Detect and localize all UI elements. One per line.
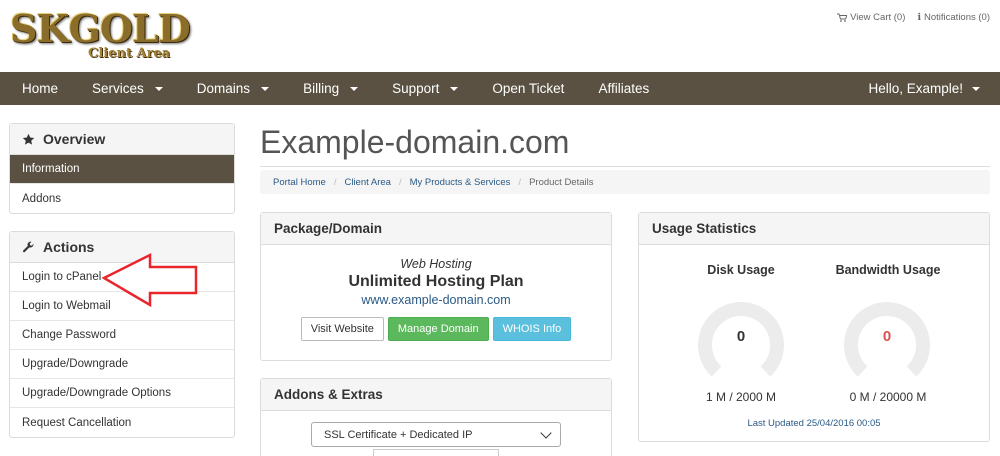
bandwidth-usage-amount: 0 M / 20000 M xyxy=(849,390,927,404)
nav-affiliates[interactable]: Affiliates xyxy=(576,72,661,105)
nav-open-ticket-label: Open Ticket xyxy=(492,81,565,96)
view-cart-link[interactable]: View Cart (0) xyxy=(837,12,905,23)
actions-title: Actions xyxy=(43,239,95,255)
star-icon xyxy=(22,133,35,145)
nav-billing[interactable]: Billing xyxy=(281,72,370,105)
caret-down-icon xyxy=(972,86,980,91)
package-details: Web Hosting Unlimited Hosting Plan www.e… xyxy=(261,245,611,341)
wrench-icon xyxy=(22,241,34,252)
sidebar-item-upgrade-downgrade[interactable]: Upgrade/Downgrade xyxy=(10,350,234,379)
nav-billing-label: Billing xyxy=(303,81,340,96)
overview-panel: Overview Information Addons xyxy=(9,123,235,214)
addons-extras-card: Addons & Extras SSL Certificate + Dedica… xyxy=(260,378,612,456)
nav-services[interactable]: Services xyxy=(70,72,175,105)
caret-down-icon xyxy=(154,86,163,91)
breadcrumb-current: Product Details xyxy=(529,176,594,188)
disk-usage-label: Disk Usage xyxy=(707,263,775,277)
nav-support-label: Support xyxy=(392,81,440,96)
usage-statistics-header: Usage Statistics xyxy=(639,213,989,245)
overview-header: Overview xyxy=(10,124,234,155)
top-links: View Cart (0) ℹ Notifications (0) xyxy=(837,12,990,23)
last-updated-text: Last Updated 25/04/2016 00:05 xyxy=(747,418,881,429)
breadcrumb-separator: / xyxy=(398,176,402,188)
nav-home-label: Home xyxy=(22,81,59,96)
breadcrumb-my-products[interactable]: My Products & Services xyxy=(410,177,511,188)
whois-info-button[interactable]: WHOIS Info xyxy=(492,317,572,341)
sidebar-item-request-cancellation[interactable]: Request Cancellation xyxy=(10,408,234,437)
site-logo[interactable]: SKGOLD Client Area xyxy=(10,6,191,64)
nav-services-label: Services xyxy=(92,81,144,96)
sidebar-item-change-password[interactable]: Change Password xyxy=(10,321,234,350)
breadcrumb-portal-home[interactable]: Portal Home xyxy=(273,177,326,188)
logo-wordmark: SKGOLD xyxy=(10,6,191,51)
breadcrumb-client-area[interactable]: Client Area xyxy=(344,177,390,188)
package-actions: Visit Website Manage Domain WHOIS Info xyxy=(261,317,611,341)
cart-icon xyxy=(837,13,848,22)
disk-usage-gauge: 0 xyxy=(698,297,784,383)
main-nav: Home Services Domains Billing Support Op… xyxy=(0,72,1000,105)
notifications-label: Notifications (0) xyxy=(924,12,990,23)
visit-website-button[interactable]: Visit Website xyxy=(300,317,384,341)
package-domain-card: Package/Domain Web Hosting Unlimited Hos… xyxy=(260,212,612,361)
addons-extras-header: Addons & Extras xyxy=(261,379,611,411)
nav-domains-label: Domains xyxy=(196,81,251,96)
bandwidth-usage-gauge: 0 xyxy=(844,297,930,383)
nav-support[interactable]: Support xyxy=(370,72,470,105)
logo-subtitle: Client Area xyxy=(88,46,171,61)
nav-affiliates-label: Affiliates xyxy=(598,81,650,96)
addon-select-value: SSL Certificate + Dedicated IP xyxy=(324,428,473,441)
breadcrumb: Portal Home / Client Area / My Products … xyxy=(260,170,990,194)
addon-order-button[interactable] xyxy=(373,449,499,456)
package-type: Web Hosting xyxy=(400,257,472,271)
chevron-down-icon xyxy=(540,427,552,439)
caret-down-icon xyxy=(261,86,270,91)
caret-down-icon xyxy=(450,86,459,91)
package-name: Unlimited Hosting Plan xyxy=(348,273,524,290)
user-menu[interactable]: Hello, Example! xyxy=(868,72,980,105)
sidebar-item-addons[interactable]: Addons xyxy=(10,184,234,213)
package-domain-link[interactable]: www.example-domain.com xyxy=(261,293,611,307)
breadcrumb-separator: / xyxy=(333,176,337,188)
page-title: Example-domain.com xyxy=(260,124,570,160)
usage-statistics-card: Usage Statistics Disk Usage Bandwidth Us… xyxy=(638,212,990,442)
caret-down-icon xyxy=(350,86,359,91)
disk-usage-amount: 1 M / 2000 M xyxy=(705,390,777,404)
package-domain-header: Package/Domain xyxy=(261,213,611,245)
header: SKGOLD Client Area View Cart (0) ℹ Notif… xyxy=(0,0,1000,72)
info-icon: ℹ xyxy=(917,12,921,23)
bandwidth-usage-label: Bandwidth Usage xyxy=(835,263,941,277)
overview-title: Overview xyxy=(43,131,106,147)
bandwidth-usage-value: 0 xyxy=(882,328,892,345)
nav-domains[interactable]: Domains xyxy=(175,72,281,105)
breadcrumb-separator: / xyxy=(518,176,522,188)
notifications-link[interactable]: ℹ Notifications (0) xyxy=(917,12,990,23)
manage-domain-button[interactable]: Manage Domain xyxy=(387,317,489,341)
view-cart-label: View Cart (0) xyxy=(850,12,906,23)
nav-home[interactable]: Home xyxy=(0,72,70,105)
sidebar-item-upgrade-downgrade-options[interactable]: Upgrade/Downgrade Options xyxy=(10,379,234,408)
addon-select[interactable]: SSL Certificate + Dedicated IP xyxy=(311,422,561,447)
nav-open-ticket[interactable]: Open Ticket xyxy=(470,72,576,105)
user-greeting: Hello, Example! xyxy=(868,81,963,96)
disk-usage-value: 0 xyxy=(736,328,746,345)
red-arrow-annotation xyxy=(101,252,198,308)
title-divider xyxy=(260,166,990,167)
sidebar-item-information[interactable]: Information xyxy=(10,155,234,184)
